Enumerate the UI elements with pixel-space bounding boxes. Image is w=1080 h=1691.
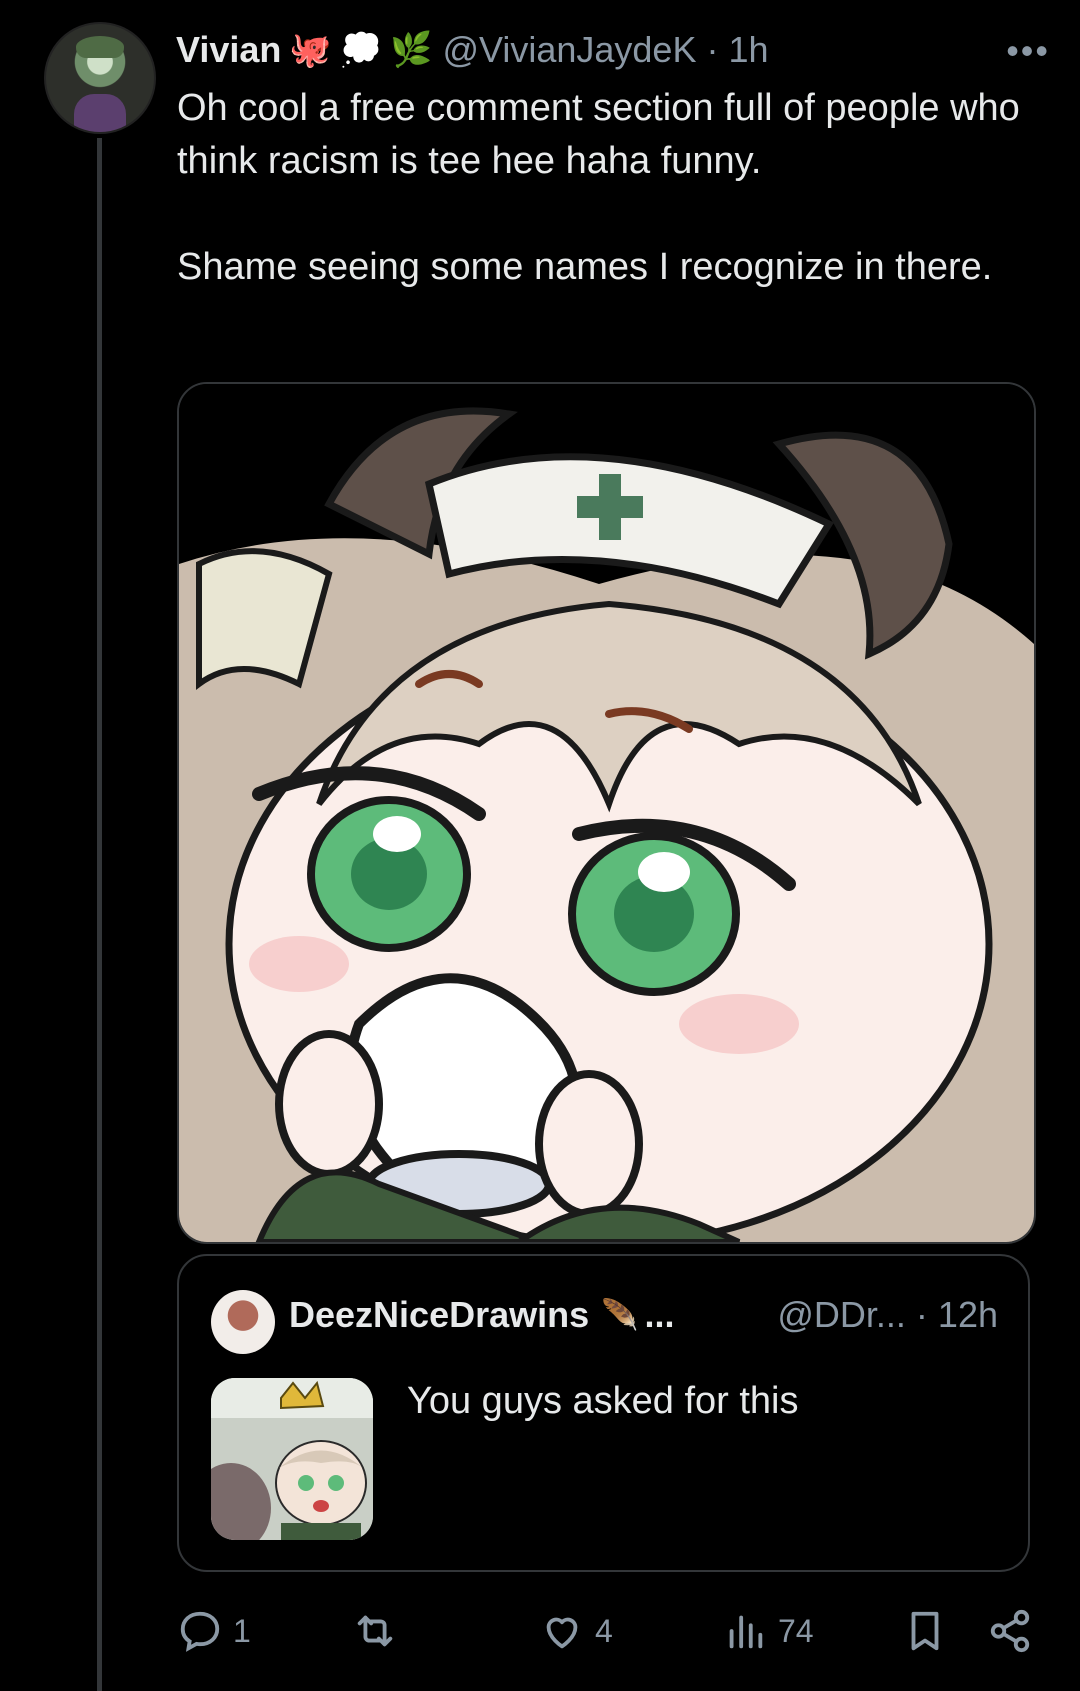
quoted-thumbnail-illustration [211,1378,373,1540]
octopus-emoji: 🐙 [289,31,332,69]
reply-button[interactable]: 1 [177,1608,251,1654]
feather-emoji: 🪶 [601,1298,639,1332]
quoted-name-ellipsis: ... [644,1294,675,1335]
like-count: 4 [595,1612,613,1649]
quoted-author-handle[interactable]: @DDr... [777,1294,906,1336]
herb-emoji: 🌿 [390,31,433,69]
views-count: 74 [778,1612,814,1649]
repost-icon [357,1615,393,1647]
bookmark-icon [911,1611,939,1651]
tweet-time[interactable]: 1h [728,29,768,71]
tweet-actions-bar: 1 4 74 [177,1608,1047,1668]
like-button[interactable]: 4 [539,1608,613,1654]
tweet-text: Oh cool a free comment section full of p… [177,87,1020,288]
quoted-author-name[interactable]: DeezNiceDrawins [289,1294,589,1336]
more-options-button[interactable]: ••• [1006,30,1050,72]
author-name[interactable]: Vivian [176,29,281,71]
like-icon [546,1617,578,1649]
share-button[interactable] [987,1608,1033,1654]
share-icon [990,1609,1030,1653]
quoted-tweet-header: DeezNiceDrawins 🪶 ... @DDr... · 12h [289,1294,998,1336]
views-icon [729,1615,763,1649]
avatar-dress [74,94,126,132]
quoted-author-avatar[interactable] [211,1290,275,1354]
author-avatar[interactable] [44,22,156,134]
tweet-media-image[interactable] [177,382,1036,1244]
quoted-separator: · [915,1294,928,1335]
thought-bubble-emoji: 💭 [339,31,383,69]
quoted-tweet-time[interactable]: 12h [938,1294,998,1336]
avatar-hat [76,36,124,58]
quoted-tweet-text: You guys asked for this [407,1380,799,1422]
anime-nurse-drinking-illustration [179,384,1034,1242]
reply-icon [180,1611,220,1652]
views-button[interactable]: 74 [722,1608,814,1654]
header-separator: · [706,29,719,70]
quoted-media-thumbnail[interactable] [211,1378,373,1540]
bookmark-button[interactable] [902,1608,948,1654]
repost-button[interactable] [352,1608,408,1654]
quoted-tweet[interactable]: DeezNiceDrawins 🪶 ... @DDr... · 12h You … [177,1254,1030,1572]
author-handle[interactable]: @VivianJaydeK [442,29,696,71]
reply-count: 1 [233,1612,251,1649]
thread-line [97,138,102,1691]
tweet-header: Vivian 🐙 💭 🌿 @VivianJaydeK · 1h [176,22,1060,78]
